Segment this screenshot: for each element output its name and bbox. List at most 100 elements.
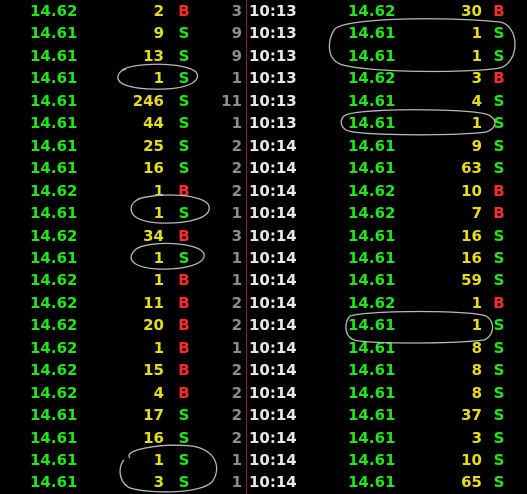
- trade-row: 14.61 44 S 1 10:13 14.61 1 S: [0, 112, 527, 134]
- left-trade-count: 1: [231, 204, 242, 223]
- right-price: 14.61: [348, 473, 396, 492]
- right-price: 14.61: [348, 159, 396, 178]
- left-trade-count: 9: [231, 24, 242, 43]
- trade-row: 14.61 1 S 1 10:13 14.62 3 B: [0, 67, 527, 89]
- right-volume: 7: [471, 204, 482, 223]
- right-price: 14.62: [348, 204, 396, 223]
- left-volume: 9: [153, 24, 164, 43]
- left-side-flag: B: [178, 226, 190, 245]
- right-side-flag: S: [493, 451, 505, 469]
- right-price: 14.61: [348, 428, 396, 447]
- trade-row: 14.62 11 B 2 10:14 14.62 1 B: [0, 292, 527, 314]
- left-side-flag: S: [178, 136, 190, 155]
- left-side-flag: B: [178, 383, 190, 402]
- left-side-flag: S: [178, 473, 190, 492]
- right-side-flag: S: [493, 226, 505, 245]
- left-side-flag: S: [178, 46, 190, 65]
- right-volume: 16: [461, 248, 482, 267]
- left-price: 14.61: [30, 473, 78, 492]
- trade-row: 14.61 9 S 9 10:13 14.61 1 S: [0, 22, 527, 44]
- left-side-flag: B: [178, 271, 190, 290]
- left-volume: 1: [153, 271, 164, 290]
- left-price: 14.62: [30, 293, 78, 312]
- left-side-flag: S: [178, 204, 190, 223]
- trade-row: 14.62 1 B 1 10:14 14.61 59 S: [0, 269, 527, 291]
- right-volume: 10: [461, 451, 482, 469]
- right-side-flag: S: [493, 383, 505, 402]
- trade-row: 14.62 1 B 2 10:14 14.62 10 B: [0, 180, 527, 202]
- left-volume: 34: [143, 226, 164, 245]
- trade-row: 14.61 1 S 1 10:14 14.62 7 B: [0, 202, 527, 224]
- left-side-flag: B: [178, 338, 190, 357]
- right-volume: 1: [471, 24, 482, 43]
- left-price: 14.61: [30, 204, 78, 223]
- left-volume: 1: [153, 451, 164, 469]
- trade-time: 10:13: [249, 69, 297, 88]
- right-price: 14.62: [348, 181, 396, 200]
- trade-time: 10:13: [249, 114, 297, 133]
- right-price: 14.61: [348, 136, 396, 155]
- left-price: 14.61: [30, 136, 78, 155]
- right-price: 14.61: [348, 114, 396, 133]
- right-volume: 4: [471, 91, 482, 110]
- right-price: 14.61: [348, 361, 396, 380]
- trade-time: 10:14: [249, 271, 297, 290]
- right-volume: 10: [461, 181, 482, 200]
- left-side-flag: S: [178, 91, 190, 110]
- left-price: 14.61: [30, 24, 78, 43]
- right-volume: 3: [471, 69, 482, 88]
- right-volume: 16: [461, 226, 482, 245]
- left-trade-count: 1: [231, 338, 242, 357]
- trade-time: 10:13: [249, 2, 297, 20]
- trade-row: 14.62 1 B 1 10:14 14.61 8 S: [0, 337, 527, 359]
- left-price: 14.62: [30, 383, 78, 402]
- right-volume: 8: [471, 338, 482, 357]
- left-side-flag: S: [178, 451, 190, 469]
- trade-time: 10:13: [249, 91, 297, 110]
- left-volume: 44: [143, 114, 164, 133]
- right-side-flag: S: [493, 271, 505, 290]
- trade-time: 10:14: [249, 293, 297, 312]
- right-price: 14.62: [348, 293, 396, 312]
- right-volume: 37: [461, 406, 482, 425]
- left-volume: 17: [143, 406, 164, 425]
- left-trade-count: 1: [231, 69, 242, 88]
- trade-time: 10:14: [249, 428, 297, 447]
- left-trade-count: 2: [231, 316, 242, 335]
- left-trade-count: 9: [231, 46, 242, 65]
- left-volume: 1: [153, 69, 164, 88]
- right-side-flag: B: [493, 69, 505, 88]
- right-side-flag: B: [493, 204, 505, 223]
- left-price: 14.61: [30, 114, 78, 133]
- left-trade-count: 11: [221, 91, 242, 110]
- left-price: 14.62: [30, 226, 78, 245]
- right-price: 14.62: [348, 69, 396, 88]
- right-volume: 1: [471, 316, 482, 335]
- trade-time: 10:14: [249, 473, 297, 492]
- left-side-flag: S: [178, 159, 190, 178]
- trade-time: 10:14: [249, 248, 297, 267]
- left-volume: 1: [153, 181, 164, 200]
- left-price: 14.61: [30, 46, 78, 65]
- right-price: 14.61: [348, 451, 396, 469]
- left-price: 14.61: [30, 428, 78, 447]
- right-side-flag: S: [493, 361, 505, 380]
- left-volume: 15: [143, 361, 164, 380]
- right-volume: 63: [461, 159, 482, 178]
- trade-time: 10:13: [249, 24, 297, 43]
- trade-row: 14.61 17 S 2 10:14 14.61 37 S: [0, 404, 527, 426]
- left-volume: 25: [143, 136, 164, 155]
- left-volume: 4: [153, 383, 164, 402]
- right-volume: 1: [471, 46, 482, 65]
- right-volume: 8: [471, 383, 482, 402]
- trade-time: 10:14: [249, 361, 297, 380]
- left-trade-count: 1: [231, 248, 242, 267]
- left-volume: 11: [143, 293, 164, 312]
- right-price: 14.61: [348, 226, 396, 245]
- trade-time: 10:14: [249, 181, 297, 200]
- left-price: 14.62: [30, 181, 78, 200]
- right-price: 14.61: [348, 338, 396, 357]
- left-side-flag: S: [178, 428, 190, 447]
- right-price: 14.61: [348, 46, 396, 65]
- right-side-flag: B: [493, 181, 505, 200]
